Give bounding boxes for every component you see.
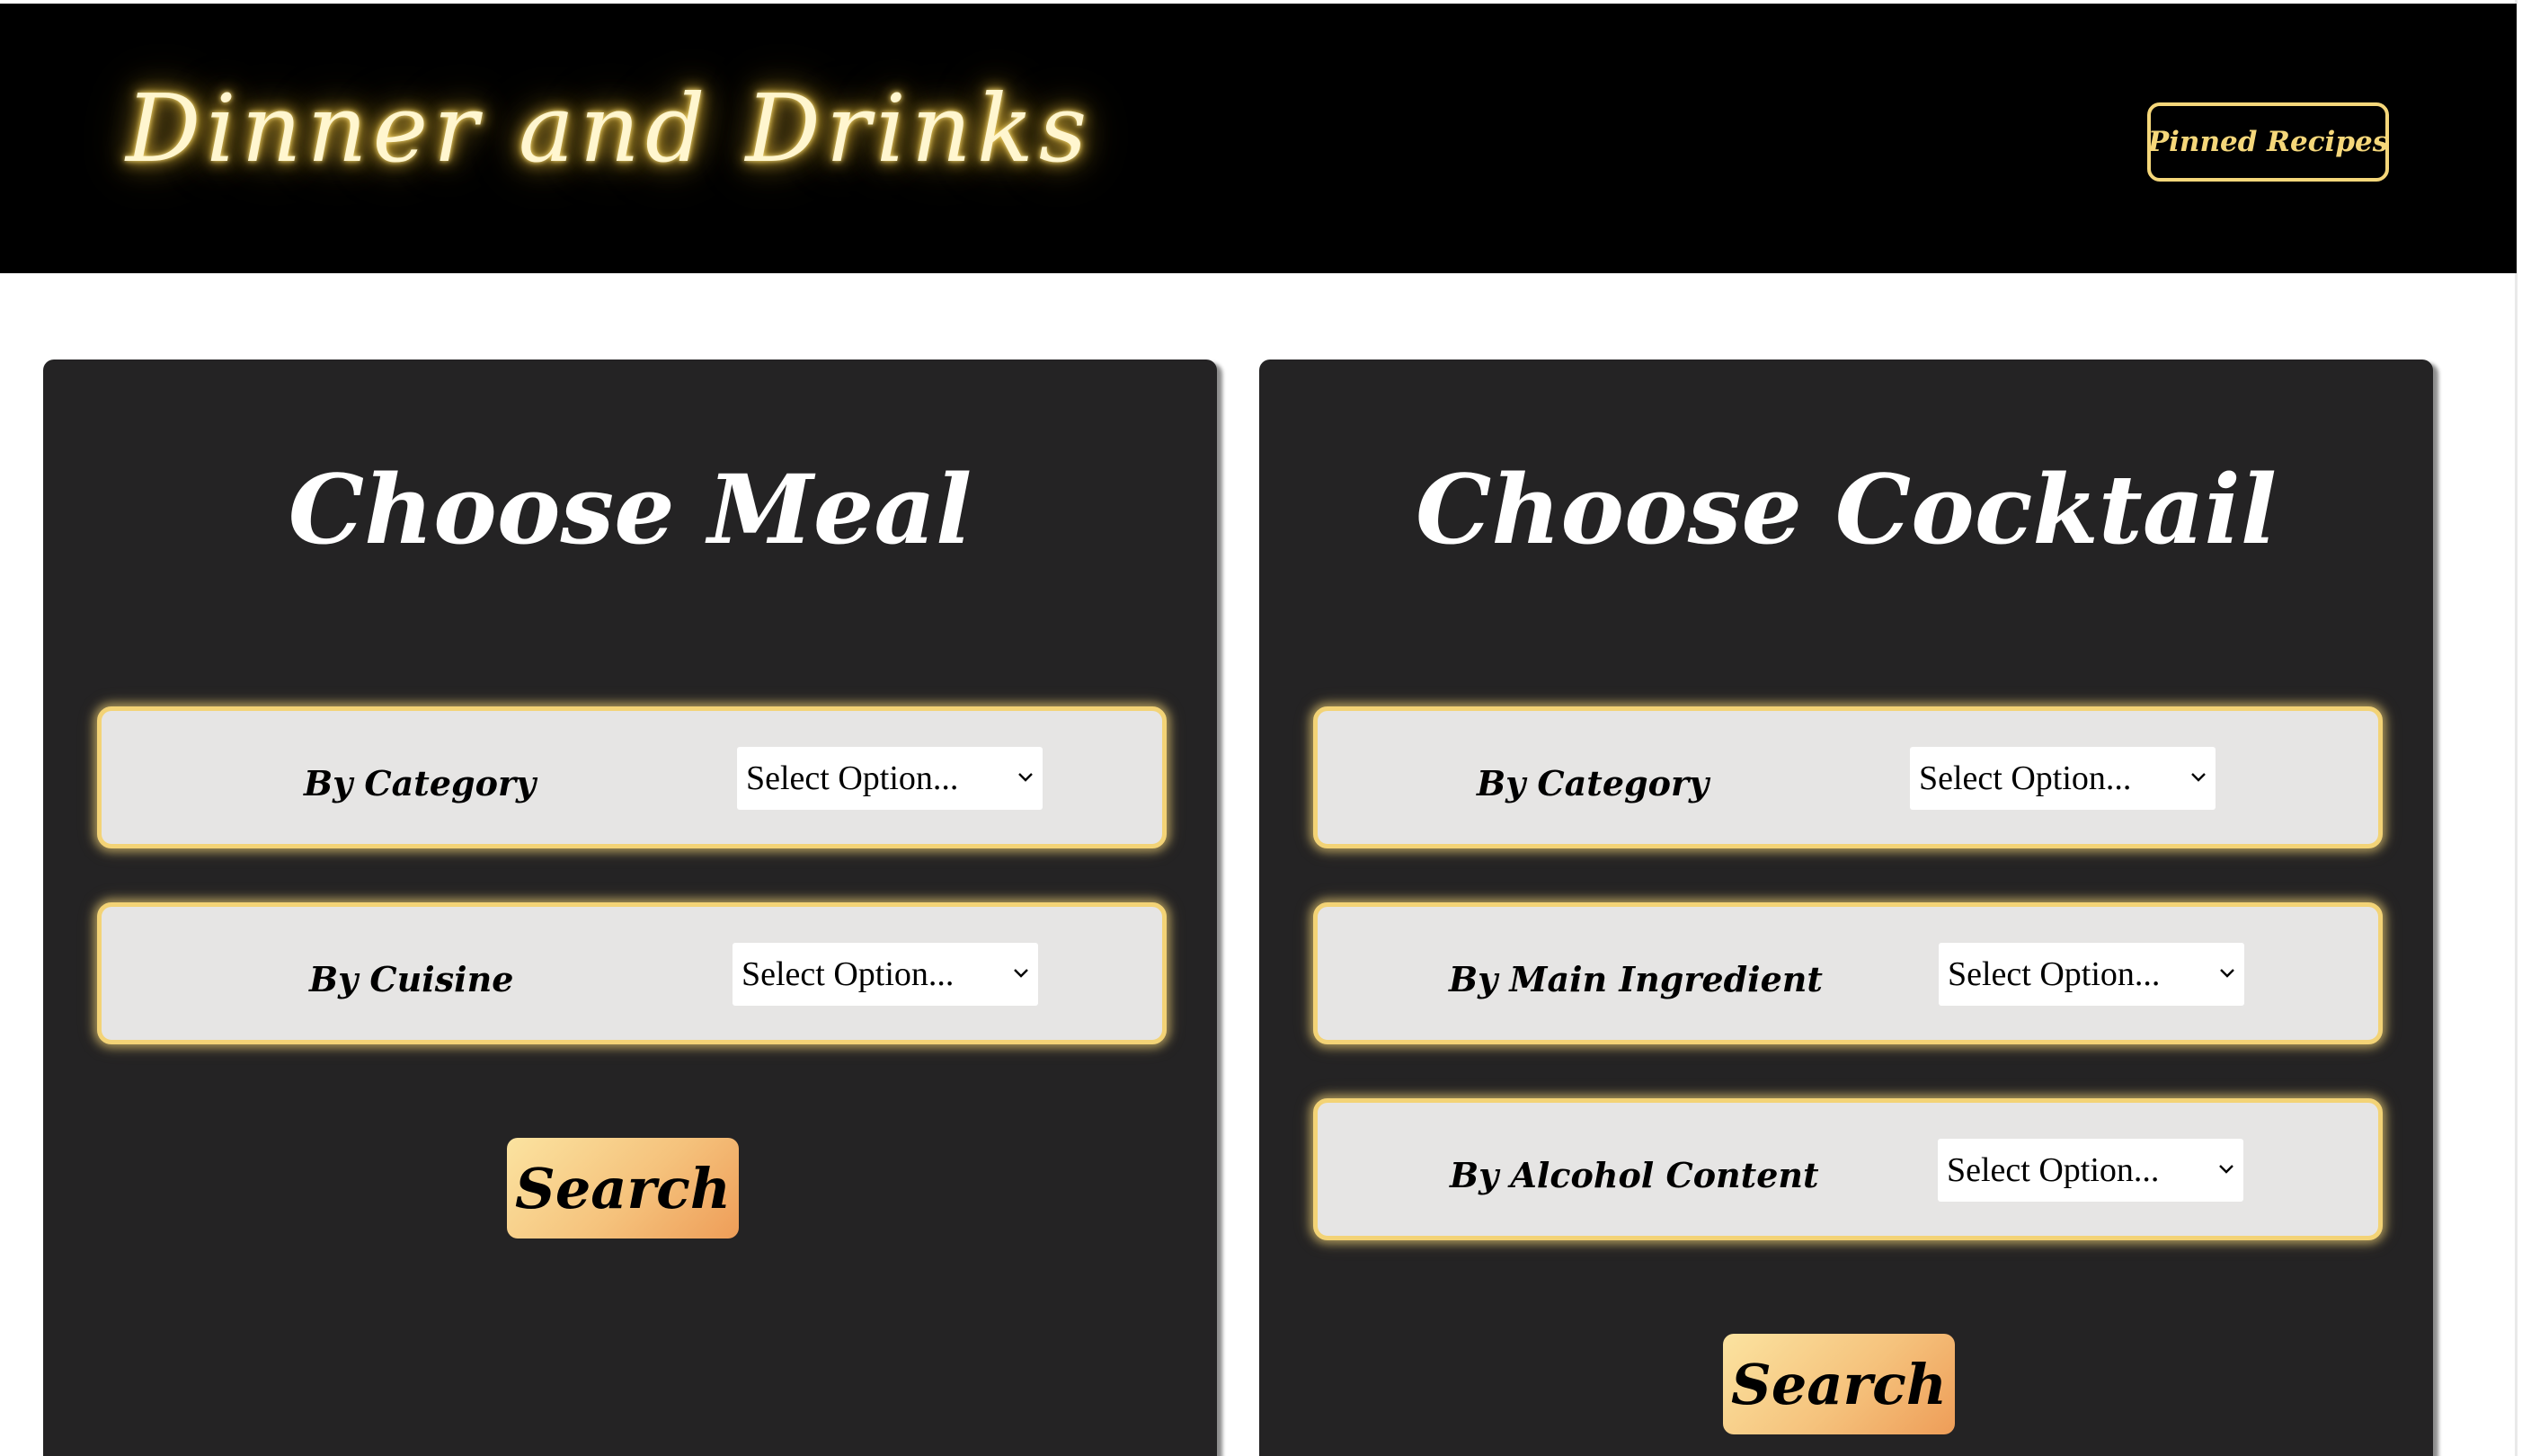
meal-cuisine-select[interactable]: Select Option...	[733, 943, 1038, 1006]
cocktail-alcohol-filter: By Alcohol Content Select Option...	[1313, 1098, 2383, 1240]
cocktail-category-select-value: Select Option...	[1919, 759, 2132, 797]
cocktail-category-filter: By Category Select Option...	[1313, 706, 2383, 848]
meal-cuisine-select-value: Select Option...	[742, 955, 955, 993]
chevron-down-icon	[2215, 1155, 2238, 1182]
chevron-down-icon	[1009, 959, 1033, 986]
meal-cuisine-label: By Cuisine	[309, 959, 514, 999]
page: Dinner and Drinks Pinned Recipes Choose …	[0, 0, 2522, 1456]
site-header: Dinner and Drinks Pinned Recipes	[0, 4, 2517, 273]
cocktail-category-select[interactable]: Select Option...	[1910, 747, 2216, 810]
cocktail-alcohol-select-value: Select Option...	[1947, 1151, 2160, 1189]
cocktail-panel-title: Choose Cocktail	[1415, 453, 2278, 565]
chevron-down-icon	[1014, 763, 1037, 790]
chevron-down-icon	[2216, 959, 2239, 986]
site-logo[interactable]: Dinner and Drinks	[126, 74, 1092, 183]
cocktail-search-button[interactable]: Search	[1723, 1334, 1955, 1434]
meal-category-select[interactable]: Select Option...	[737, 747, 1043, 810]
meal-panel-title: Choose Meal	[288, 453, 972, 565]
cocktail-alcohol-label: By Alcohol Content	[1450, 1155, 1819, 1195]
cocktail-category-label: By Category	[1477, 763, 1709, 803]
cocktail-ingredient-select[interactable]: Select Option...	[1939, 943, 2244, 1006]
meal-category-filter: By Category Select Option...	[97, 706, 1167, 848]
meal-panel: Choose Meal By Category Select Option...…	[43, 360, 1217, 1456]
cocktail-alcohol-select[interactable]: Select Option...	[1938, 1139, 2243, 1202]
pinned-recipes-button[interactable]: Pinned Recipes	[2147, 102, 2389, 182]
cocktail-ingredient-label: By Main Ingredient	[1449, 959, 1823, 999]
cocktail-panel: Choose Cocktail By Category Select Optio…	[1259, 360, 2433, 1456]
meal-category-label: By Category	[304, 763, 537, 803]
meal-cuisine-filter: By Cuisine Select Option...	[97, 902, 1167, 1044]
chevron-down-icon	[2187, 763, 2210, 790]
cocktail-ingredient-select-value: Select Option...	[1948, 955, 2161, 993]
meal-search-button[interactable]: Search	[507, 1138, 739, 1238]
meal-category-select-value: Select Option...	[746, 759, 959, 797]
cocktail-ingredient-filter: By Main Ingredient Select Option...	[1313, 902, 2383, 1044]
